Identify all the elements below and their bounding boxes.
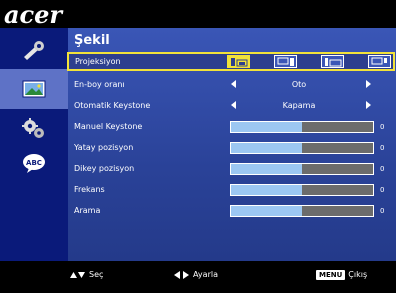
rear-desktop-icon — [324, 57, 341, 66]
row-tracking[interactable]: Arama 0 — [68, 202, 396, 222]
slider-value: 0 — [380, 165, 385, 173]
front-desktop-icon — [230, 57, 247, 66]
slider-fill — [231, 185, 302, 195]
row-label: En-boy oranı — [74, 80, 125, 89]
auto-keystone-value: Kapama — [282, 101, 316, 110]
manual-keystone-slider[interactable] — [230, 121, 374, 133]
tracking-slider[interactable] — [230, 205, 374, 217]
projection-rear-ceiling-option[interactable] — [368, 55, 391, 68]
slider-value: 0 — [380, 144, 385, 152]
page-title: Şekil — [74, 33, 110, 48]
arrow-right-icon[interactable] — [366, 101, 371, 109]
acer-logo: acer — [4, 0, 63, 29]
abc-label: ABC — [26, 159, 42, 167]
left-right-arrows-icon — [174, 271, 189, 279]
slider-fill — [231, 206, 302, 216]
sidebar-item-image[interactable] — [0, 69, 68, 109]
wrench-icon — [24, 41, 44, 60]
projection-front-ceiling-option[interactable] — [274, 55, 297, 68]
up-down-arrows-icon — [70, 272, 85, 278]
row-label: Otomatik Keystone — [74, 101, 151, 110]
projection-options — [227, 55, 393, 69]
sidebar-item-language[interactable]: ABC — [16, 148, 52, 178]
slider-fill — [231, 122, 302, 132]
row-label: Yatay pozisyon — [74, 143, 134, 152]
front-ceiling-icon — [277, 57, 294, 66]
projection-rear-desktop-option[interactable] — [321, 55, 344, 68]
hint-exit: MENU Çıkış — [316, 270, 367, 280]
sidebar-item-settings[interactable] — [16, 114, 52, 144]
aspect-ratio-value: Oto — [291, 80, 307, 89]
abc-speech-icon: ABC — [23, 154, 45, 173]
menu-key-icon: MENU — [316, 270, 346, 280]
footer-hints: Seç Ayarla MENU Çıkış — [68, 261, 396, 293]
row-aspect-ratio[interactable]: En-boy oranı Oto — [68, 76, 396, 96]
hint-select: Seç — [70, 270, 103, 280]
row-label: Projeksiyon — [75, 57, 121, 66]
row-label: Dikey pozisyon — [74, 164, 135, 173]
slider-value: 0 — [380, 123, 385, 131]
hint-adjust-label: Ayarla — [193, 270, 218, 279]
row-auto-keystone[interactable]: Otomatik Keystone Kapama — [68, 97, 396, 117]
row-label: Manuel Keystone — [74, 122, 143, 131]
row-h-position[interactable]: Yatay pozisyon 0 — [68, 139, 396, 159]
sidebar: ABC — [0, 28, 68, 261]
arrow-right-icon[interactable] — [366, 80, 371, 88]
projection-front-desktop-option[interactable] — [227, 55, 250, 68]
sidebar-item-management[interactable] — [16, 35, 52, 65]
row-frequency[interactable]: Frekans 0 — [68, 181, 396, 201]
slider-fill — [231, 143, 302, 153]
row-projection[interactable]: Projeksiyon — [67, 52, 395, 71]
gears-icon — [22, 118, 44, 138]
hint-adjust: Ayarla — [174, 270, 218, 280]
picture-icon — [22, 80, 46, 98]
hint-select-label: Seç — [89, 270, 104, 279]
rear-ceiling-icon — [371, 57, 387, 64]
projector-osd: acer ABC Şekil Projeksiyon En-boy oranı … — [0, 0, 396, 293]
slider-value: 0 — [380, 207, 385, 215]
h-position-slider[interactable] — [230, 142, 374, 154]
slider-fill — [231, 164, 302, 174]
slider-value: 0 — [380, 186, 385, 194]
frequency-slider[interactable] — [230, 184, 374, 196]
row-label: Arama — [74, 206, 101, 215]
row-manual-keystone[interactable]: Manuel Keystone 0 — [68, 118, 396, 138]
v-position-slider[interactable] — [230, 163, 374, 175]
row-v-position[interactable]: Dikey pozisyon 0 — [68, 160, 396, 180]
hint-exit-label: Çıkış — [348, 270, 368, 279]
row-label: Frekans — [74, 185, 105, 194]
